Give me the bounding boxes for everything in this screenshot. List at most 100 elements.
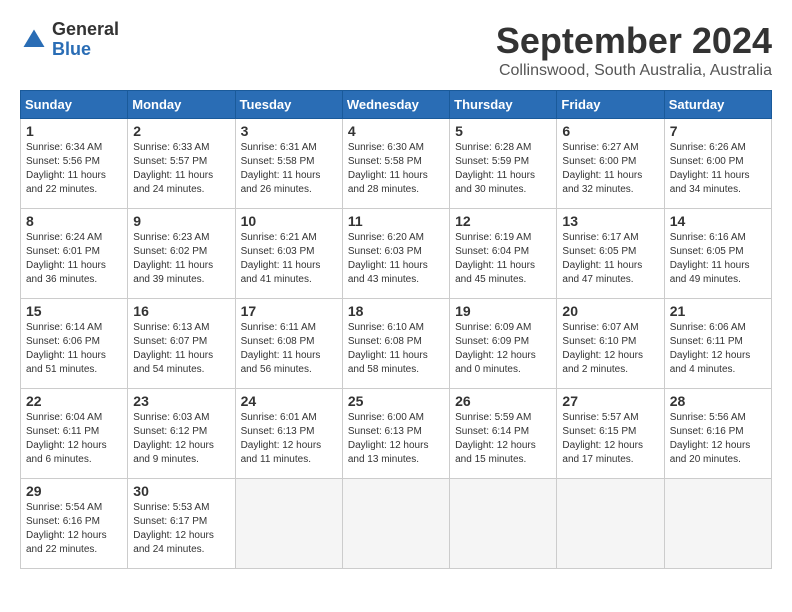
column-header-thursday: Thursday [450,91,557,119]
cell-details: Sunrise: 6:34 AMSunset: 5:56 PMDaylight:… [26,141,122,197]
day-number: 11 [348,213,444,229]
logo-general: General [52,19,119,39]
day-number: 15 [26,303,122,319]
day-number: 4 [348,123,444,139]
day-number: 3 [241,123,337,139]
day-number: 26 [455,393,551,409]
calendar-cell: 12 Sunrise: 6:19 AMSunset: 6:04 PMDayligh… [450,209,557,299]
cell-details: Sunrise: 6:09 AMSunset: 6:09 PMDaylight:… [455,321,551,377]
cell-details: Sunrise: 6:26 AMSunset: 6:00 PMDaylight:… [670,141,766,197]
calendar-cell: 6 Sunrise: 6:27 AMSunset: 6:00 PMDaylight… [557,119,664,209]
month-title: September 2024 [496,20,772,62]
title-block: September 2024 Collinswood, South Austra… [496,20,772,80]
calendar-cell: 22 Sunrise: 6:04 AMSunset: 6:11 PMDayligh… [21,389,128,479]
calendar-cell: 1Sunrise: 6:34 AMSunset: 5:56 PMDaylight… [21,119,128,209]
week-row-2: 8 Sunrise: 6:24 AMSunset: 6:01 PMDaylight… [21,209,772,299]
calendar-cell: 29Sunrise: 5:54 AMSunset: 6:16 PMDayligh… [21,479,128,569]
location-title: Collinswood, South Australia, Australia [496,62,772,80]
cell-details: Sunrise: 6:07 AMSunset: 6:10 PMDaylight:… [562,321,658,377]
week-row-5: 29Sunrise: 5:54 AMSunset: 6:16 PMDayligh… [21,479,772,569]
calendar-cell: 20 Sunrise: 6:07 AMSunset: 6:10 PMDayligh… [557,299,664,389]
calendar-cell: 10 Sunrise: 6:21 AMSunset: 6:03 PMDayligh… [235,209,342,299]
cell-details: Sunrise: 6:11 AMSunset: 6:08 PMDaylight:… [241,321,337,377]
calendar-cell: 14Sunrise: 6:16 AMSunset: 6:05 PMDayligh… [664,209,771,299]
day-number: 21 [670,303,766,319]
day-number: 20 [562,303,658,319]
week-row-1: 1Sunrise: 6:34 AMSunset: 5:56 PMDaylight… [21,119,772,209]
calendar-table: SundayMondayTuesdayWednesdayThursdayFrid… [20,90,772,569]
day-number: 8 [26,213,122,229]
calendar-cell: 15 Sunrise: 6:14 AMSunset: 6:06 PMDayligh… [21,299,128,389]
calendar-cell: 5 Sunrise: 6:28 AMSunset: 5:59 PMDaylight… [450,119,557,209]
day-number: 7 [670,123,766,139]
day-number: 19 [455,303,551,319]
calendar-cell: 18Sunrise: 6:10 AMSunset: 6:08 PMDayligh… [342,299,449,389]
day-number: 9 [133,213,229,229]
cell-details: Sunrise: 5:56 AMSunset: 6:16 PMDaylight:… [670,411,766,467]
calendar-cell: 4 Sunrise: 6:30 AMSunset: 5:58 PMDaylight… [342,119,449,209]
calendar-cell: 24Sunrise: 6:01 AMSunset: 6:13 PMDayligh… [235,389,342,479]
column-header-monday: Monday [128,91,235,119]
calendar-cell: 23Sunrise: 6:03 AMSunset: 6:12 PMDayligh… [128,389,235,479]
calendar-cell [235,479,342,569]
day-number: 30 [133,483,229,499]
calendar-cell: 25Sunrise: 6:00 AMSunset: 6:13 PMDayligh… [342,389,449,479]
cell-details: Sunrise: 6:23 AMSunset: 6:02 PMDaylight:… [133,231,229,287]
calendar-cell: 16 Sunrise: 6:13 AMSunset: 6:07 PMDayligh… [128,299,235,389]
cell-details: Sunrise: 6:21 AMSunset: 6:03 PMDaylight:… [241,231,337,287]
column-header-sunday: Sunday [21,91,128,119]
cell-details: Sunrise: 6:24 AMSunset: 6:01 PMDaylight:… [26,231,122,287]
calendar-cell [557,479,664,569]
week-row-4: 22 Sunrise: 6:04 AMSunset: 6:11 PMDayligh… [21,389,772,479]
cell-details: Sunrise: 5:54 AMSunset: 6:16 PMDaylight:… [26,501,122,557]
day-number: 6 [562,123,658,139]
day-number: 22 [26,393,122,409]
day-number: 25 [348,393,444,409]
calendar-cell: 17 Sunrise: 6:11 AMSunset: 6:08 PMDayligh… [235,299,342,389]
calendar-cell: 2 Sunrise: 6:33 AMSunset: 5:57 PMDaylight… [128,119,235,209]
logo: General Blue [20,20,119,60]
calendar-cell [664,479,771,569]
calendar-cell: 21 Sunrise: 6:06 AMSunset: 6:11 PMDayligh… [664,299,771,389]
column-header-tuesday: Tuesday [235,91,342,119]
cell-details: Sunrise: 6:13 AMSunset: 6:07 PMDaylight:… [133,321,229,377]
calendar-cell: 11 Sunrise: 6:20 AMSunset: 6:03 PMDayligh… [342,209,449,299]
day-number: 13 [562,213,658,229]
cell-details: Sunrise: 6:14 AMSunset: 6:06 PMDaylight:… [26,321,122,377]
day-number: 27 [562,393,658,409]
cell-details: Sunrise: 6:06 AMSunset: 6:11 PMDaylight:… [670,321,766,377]
calendar-cell [342,479,449,569]
calendar-cell: 8 Sunrise: 6:24 AMSunset: 6:01 PMDaylight… [21,209,128,299]
logo-icon [20,26,48,54]
calendar-cell [450,479,557,569]
day-number: 10 [241,213,337,229]
cell-details: Sunrise: 5:59 AMSunset: 6:14 PMDaylight:… [455,411,551,467]
day-number: 16 [133,303,229,319]
column-header-saturday: Saturday [664,91,771,119]
calendar-cell: 30Sunrise: 5:53 AMSunset: 6:17 PMDayligh… [128,479,235,569]
day-number: 12 [455,213,551,229]
day-number: 17 [241,303,337,319]
day-number: 24 [241,393,337,409]
cell-details: Sunrise: 6:10 AMSunset: 6:08 PMDaylight:… [348,321,444,377]
cell-details: Sunrise: 6:31 AMSunset: 5:58 PMDaylight:… [241,141,337,197]
calendar-cell: 3 Sunrise: 6:31 AMSunset: 5:58 PMDaylight… [235,119,342,209]
cell-details: Sunrise: 6:04 AMSunset: 6:11 PMDaylight:… [26,411,122,467]
cell-details: Sunrise: 6:17 AMSunset: 6:05 PMDaylight:… [562,231,658,287]
cell-details: Sunrise: 6:19 AMSunset: 6:04 PMDaylight:… [455,231,551,287]
calendar-cell: 13 Sunrise: 6:17 AMSunset: 6:05 PMDayligh… [557,209,664,299]
cell-details: Sunrise: 6:33 AMSunset: 5:57 PMDaylight:… [133,141,229,197]
day-number: 5 [455,123,551,139]
header-row: SundayMondayTuesdayWednesdayThursdayFrid… [21,91,772,119]
day-number: 2 [133,123,229,139]
column-header-wednesday: Wednesday [342,91,449,119]
cell-details: Sunrise: 6:20 AMSunset: 6:03 PMDaylight:… [348,231,444,287]
cell-details: Sunrise: 6:28 AMSunset: 5:59 PMDaylight:… [455,141,551,197]
calendar-cell: 28 Sunrise: 5:56 AMSunset: 6:16 PMDayligh… [664,389,771,479]
cell-details: Sunrise: 6:27 AMSunset: 6:00 PMDaylight:… [562,141,658,197]
cell-details: Sunrise: 6:30 AMSunset: 5:58 PMDaylight:… [348,141,444,197]
cell-details: Sunrise: 6:03 AMSunset: 6:12 PMDaylight:… [133,411,229,467]
day-number: 28 [670,393,766,409]
cell-details: Sunrise: 6:16 AMSunset: 6:05 PMDaylight:… [670,231,766,287]
calendar-cell: 26 Sunrise: 5:59 AMSunset: 6:14 PMDayligh… [450,389,557,479]
